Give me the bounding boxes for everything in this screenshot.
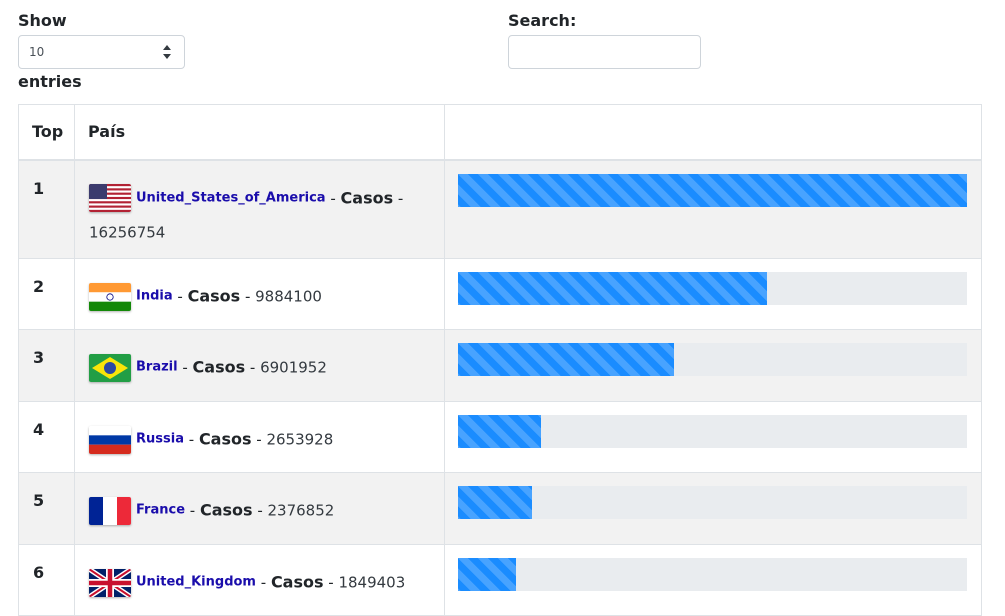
india-flag-icon [89,282,131,311]
progress-fill [458,415,542,448]
cases-progress-bar [458,558,967,591]
brazil-flag-icon [89,353,131,382]
bar-cell [444,401,982,473]
table-row: 5 France - Casos - 2376852 [18,472,982,545]
table-row: 6 United_Kingdom - Casos - 1849403 [18,544,982,616]
bar-cell [444,159,982,259]
separator: - [185,501,200,520]
casos-label: Casos [199,500,253,520]
separator: - [393,189,404,207]
cases-count: 2653928 [266,430,334,449]
country-cell: Brazil - Casos - 6901952 [74,329,445,402]
cases-table: Top País 1 United_States_of_America - Cas… [18,104,982,616]
country-link[interactable]: United_States_of_America [136,190,326,205]
cases-progress-bar [458,486,967,519]
separator: - [183,430,199,449]
sort-arrows-icon [163,45,171,59]
country-cell: France - Casos - 2376852 [74,472,445,545]
separator: - [255,573,271,592]
cases-count: 16256754 [89,223,166,242]
separator: - [252,501,268,520]
cases-count: 1849403 [338,573,406,592]
country-link[interactable]: United_Kingdom [136,575,256,590]
russia-flag-icon [89,425,131,454]
progress-fill [458,343,675,376]
entries-per-page-select[interactable]: 10 [18,35,185,69]
rank-cell: 3 [18,329,75,402]
entries-label: entries [18,72,82,91]
separator: - [245,358,261,377]
bar-cell [444,472,982,545]
progress-fill [458,272,768,305]
separator: - [240,287,256,306]
country-link[interactable]: France [136,503,185,518]
progress-fill [458,173,967,207]
country-cell: United_States_of_America - Casos - 16256… [74,159,445,259]
table-row: 2 India - Casos - 9884100 [18,258,982,330]
cases-count: 6901952 [260,358,327,377]
country-link[interactable]: India [136,289,173,304]
casos-label: Casos [198,429,252,449]
table-row: 1 United_States_of_America - Casos - 1625… [18,159,982,259]
country-cell: India - Casos - 9884100 [74,258,445,330]
rank-cell: 5 [18,472,75,545]
bar-cell [444,258,982,330]
cases-progress-bar [458,415,967,448]
table-row: 4 Russia - Casos - 2653928 [18,401,982,473]
separator: - [172,287,188,306]
casos-label: Casos [270,572,324,592]
casos-label: Casos [340,188,394,207]
rank-cell: 1 [18,159,75,259]
progress-fill [458,486,533,519]
country-link[interactable]: Russia [136,432,184,447]
usa-flag-icon [89,184,131,212]
rank-cell: 6 [18,544,75,616]
column-header-bar[interactable] [444,104,982,161]
column-header-top[interactable]: Top [18,104,75,161]
casos-label: Casos [192,357,246,377]
separator: - [251,430,267,449]
column-header-country[interactable]: País [74,104,445,161]
separator: - [323,573,339,592]
separator: - [325,189,341,207]
cases-count: 9884100 [255,287,322,306]
country-cell: Russia - Casos - 2653928 [74,401,445,473]
country-cell: United_Kingdom - Casos - 1849403 [74,544,445,616]
cases-progress-bar [458,343,967,376]
country-link[interactable]: Brazil [136,360,178,375]
rank-cell: 2 [18,258,75,330]
table-body: 1 United_States_of_America - Casos - 1625… [18,159,982,616]
show-label: Show [18,11,67,30]
search-label: Search: [508,11,577,30]
france-flag-icon [89,496,131,525]
table-row: 3 Brazil - Casos - 6901952 [18,329,982,402]
uk-flag-icon [89,568,131,597]
cases-progress-bar [458,272,967,305]
progress-fill [458,558,516,591]
bar-cell [444,544,982,616]
entries-per-page-value: 10 [29,45,45,59]
rank-cell: 4 [18,401,75,473]
separator: - [177,358,193,377]
bar-cell [444,329,982,402]
cases-count: 2376852 [267,501,335,520]
cases-progress-bar [458,173,967,207]
search-input[interactable] [508,35,701,69]
casos-label: Casos [187,286,241,306]
